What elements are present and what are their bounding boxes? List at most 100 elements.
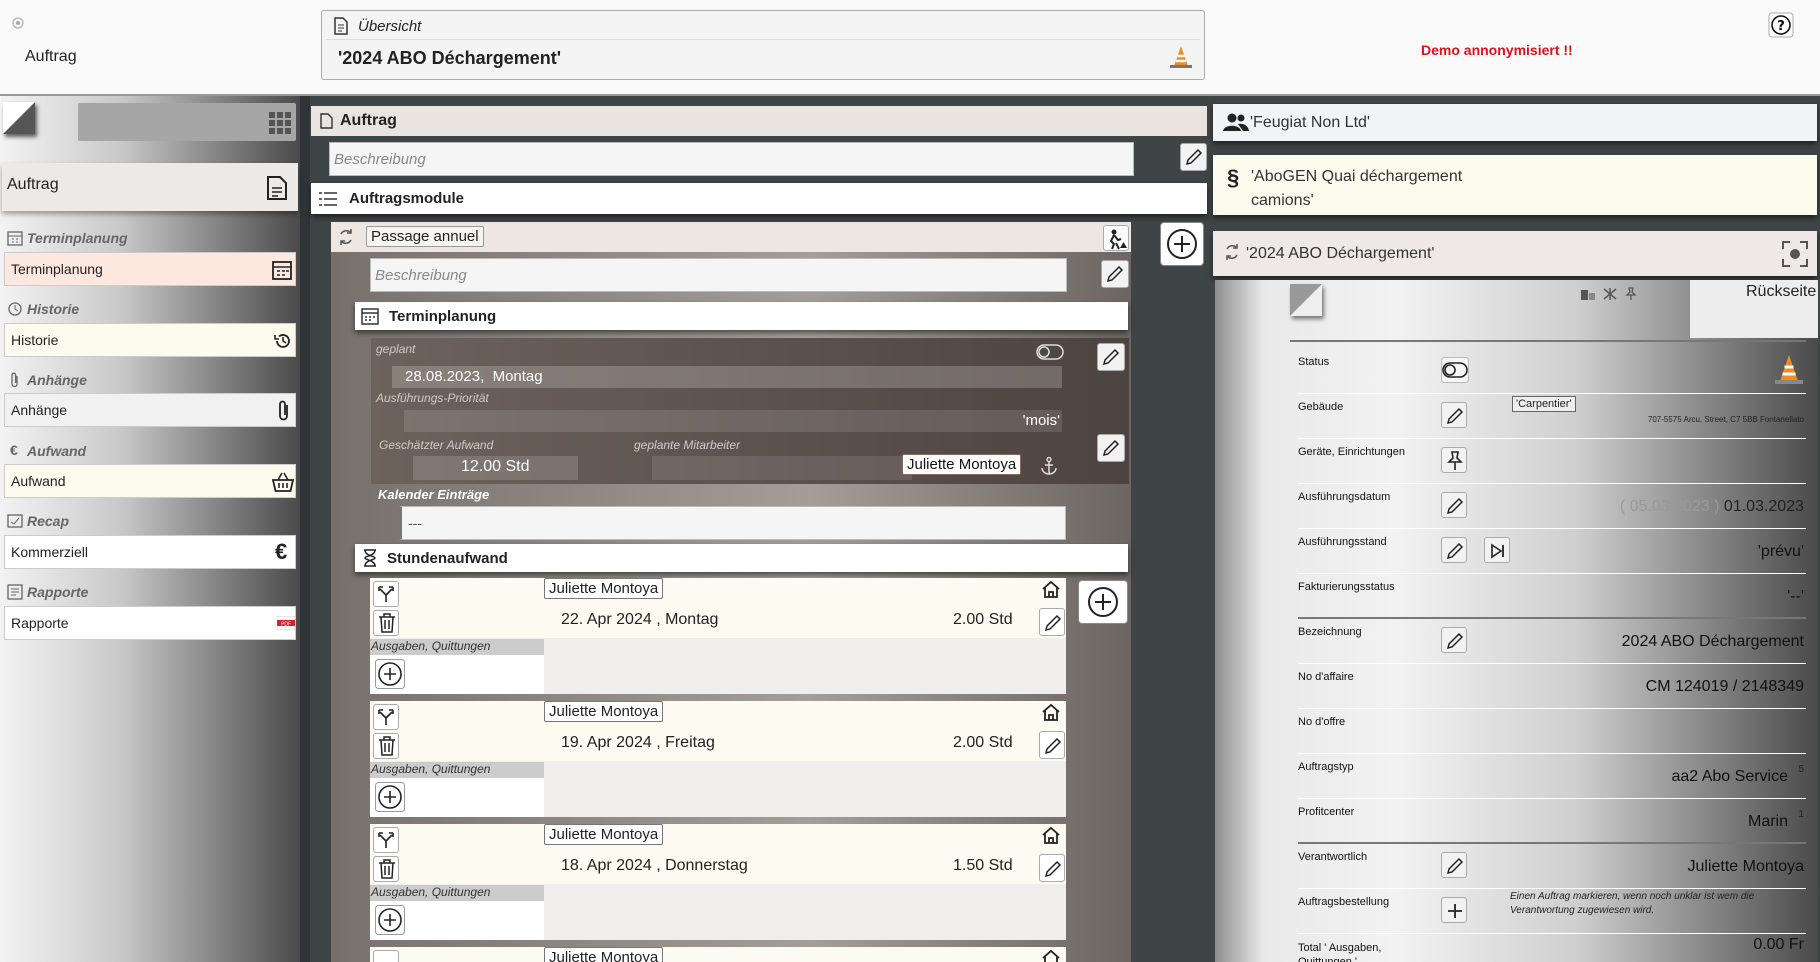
refresh-icon [337,228,355,246]
edit-planned-button[interactable] [1097,343,1125,371]
contract-name: 'AboGEN Quai déchargement camions' [1251,168,1463,209]
building-tag[interactable]: 'Carpentier' [1512,396,1576,412]
edit-effort-button[interactable] [1097,434,1125,462]
card-collapse-toggle[interactable] [1290,284,1322,316]
edit-entry-button[interactable] [1039,608,1065,636]
toggle-icon[interactable] [1036,344,1064,360]
calendar-entries-field[interactable]: --- [399,506,1066,540]
add-module-button[interactable] [1160,222,1204,266]
edit-button[interactable] [1441,852,1467,878]
add-button[interactable] [1441,897,1467,923]
svg-text:?: ? [1777,19,1785,34]
field-status: Status [1298,349,1806,394]
traffic-cone-icon [1168,44,1194,70]
overview-box[interactable]: Übersicht '2024 ABO Déchargement' [321,10,1205,80]
edit-entry-button[interactable] [1039,731,1065,759]
calendar-icon [361,307,379,325]
sidebar-item-historie[interactable]: Historie [4,323,296,357]
grid-menu-icon[interactable] [268,111,292,135]
basket-icon [271,471,295,493]
home-icon[interactable] [1041,703,1061,721]
sidebar-header[interactable]: Auftrag [2,163,298,211]
client-name: 'Feugiat Non Ltd' [1250,114,1370,131]
sidebar-item-rapporte[interactable]: Rapporte PDF [4,606,296,640]
split-icon[interactable] [373,950,399,962]
recap-icon [7,513,23,529]
building-icon[interactable] [1580,287,1596,301]
sidebar-item-aufwand[interactable]: Aufwand [4,464,296,498]
history-icon [273,331,293,351]
trash-icon[interactable] [373,610,399,636]
worker-icon[interactable] [1103,225,1129,251]
help-icon[interactable]: ? [1768,12,1794,38]
pencil-icon [1106,265,1124,283]
contract-header[interactable]: § 'AboGEN Quai déchargement camions' [1213,155,1817,215]
order-header[interactable]: '2024 ABO Déchargement' [1213,231,1817,276]
pencil-icon [1185,148,1203,166]
sidebar-item-anhaenge[interactable]: Anhänge [4,393,296,427]
planned-date-field[interactable]: 28.08.2023, Montag [392,366,1062,388]
edit-module-description-button[interactable] [1101,260,1129,288]
edit-button[interactable] [1441,627,1467,653]
field-note: Einen Auftrag markieren, wenn noch unkla… [1510,891,1755,916]
module-description-field[interactable]: Beschreibung [370,258,1067,292]
back-side-tab[interactable]: Rückseite [1690,280,1818,338]
edit-button[interactable] [1441,402,1467,428]
module-name-button[interactable]: Passage annuel [366,226,484,247]
entry-date: 22. Apr 2024 , Montag [561,611,719,628]
entry-person-tag[interactable]: Juliette Montoya [544,701,664,722]
sidebar-search-bar[interactable] [78,103,296,141]
add-hours-button[interactable] [1078,580,1128,624]
sidebar-item-terminplanung[interactable]: Terminplanung [4,252,296,286]
network-icon[interactable] [1602,287,1618,301]
split-icon[interactable] [373,827,399,853]
split-icon[interactable] [373,704,399,730]
main-description-field[interactable]: Beschreibung [329,142,1134,176]
field-auftragsbestellung: Auftragsbestellung Einen Auftrag markier… [1298,889,1806,934]
calendar-icon [271,259,293,281]
add-expense-button[interactable] [375,659,405,689]
traffic-cone-icon [1772,353,1806,387]
entry-person-tag[interactable]: Juliette Montoya [544,578,664,599]
field-gebaeude: Gebäude 'Carpentier' 707-5575 Arcu. Stre… [1298,394,1806,439]
staff-tag[interactable]: Juliette Montoya [902,454,1022,475]
focus-icon[interactable] [1782,241,1808,267]
home-icon[interactable] [1041,826,1061,844]
trash-icon[interactable] [373,856,399,882]
hours-entry: Juliette Montoya 18. Apr 2024 , Donnerst… [370,824,1066,940]
add-expense-button[interactable] [375,905,405,935]
edit-description-button[interactable] [1180,143,1207,171]
pin-icon[interactable] [1441,447,1467,473]
pin-icon[interactable] [1624,287,1638,301]
pdf-icon: PDF [277,616,295,630]
sidebar-header-label: Auftrag [7,176,59,193]
skip-forward-icon[interactable] [1484,537,1510,563]
entry-hours: 2.00 Std [953,734,1013,751]
paragraph-icon: § [1227,165,1240,190]
euro-icon: € [275,539,288,564]
hourglass-icon [363,549,377,567]
field-no-offre: No d'offre [1298,709,1806,754]
home-icon[interactable] [1041,580,1061,598]
trash-icon[interactable] [373,733,399,759]
edit-button[interactable] [1441,537,1467,563]
document-icon [319,113,334,129]
edit-button[interactable] [1441,492,1467,518]
anchor-icon[interactable] [1039,456,1059,476]
add-expense-button[interactable] [375,782,405,812]
entry-person-tag[interactable]: Juliette Montoya [544,824,664,845]
modules-title: Auftragsmodule [349,190,465,207]
collapse-toggle[interactable] [3,102,35,134]
entry-person-tag[interactable]: Juliette Montoya [544,947,664,962]
client-header[interactable]: 'Feugiat Non Ltd' [1213,104,1817,141]
entry-date: 18. Apr 2024 , Donnerstag [561,857,748,874]
edit-entry-button[interactable] [1039,854,1065,882]
toggle-icon[interactable] [1441,357,1469,383]
app-logo-icon [11,16,25,30]
module-header: Passage annuel [331,222,1131,252]
split-icon[interactable] [373,581,399,607]
effort-field[interactable]: 12.00 Std [413,456,578,480]
sidebar-item-kommerziell[interactable]: Kommerziell € [4,535,296,569]
home-icon[interactable] [1041,949,1061,962]
priority-field[interactable]: 'mois' [404,410,1062,432]
